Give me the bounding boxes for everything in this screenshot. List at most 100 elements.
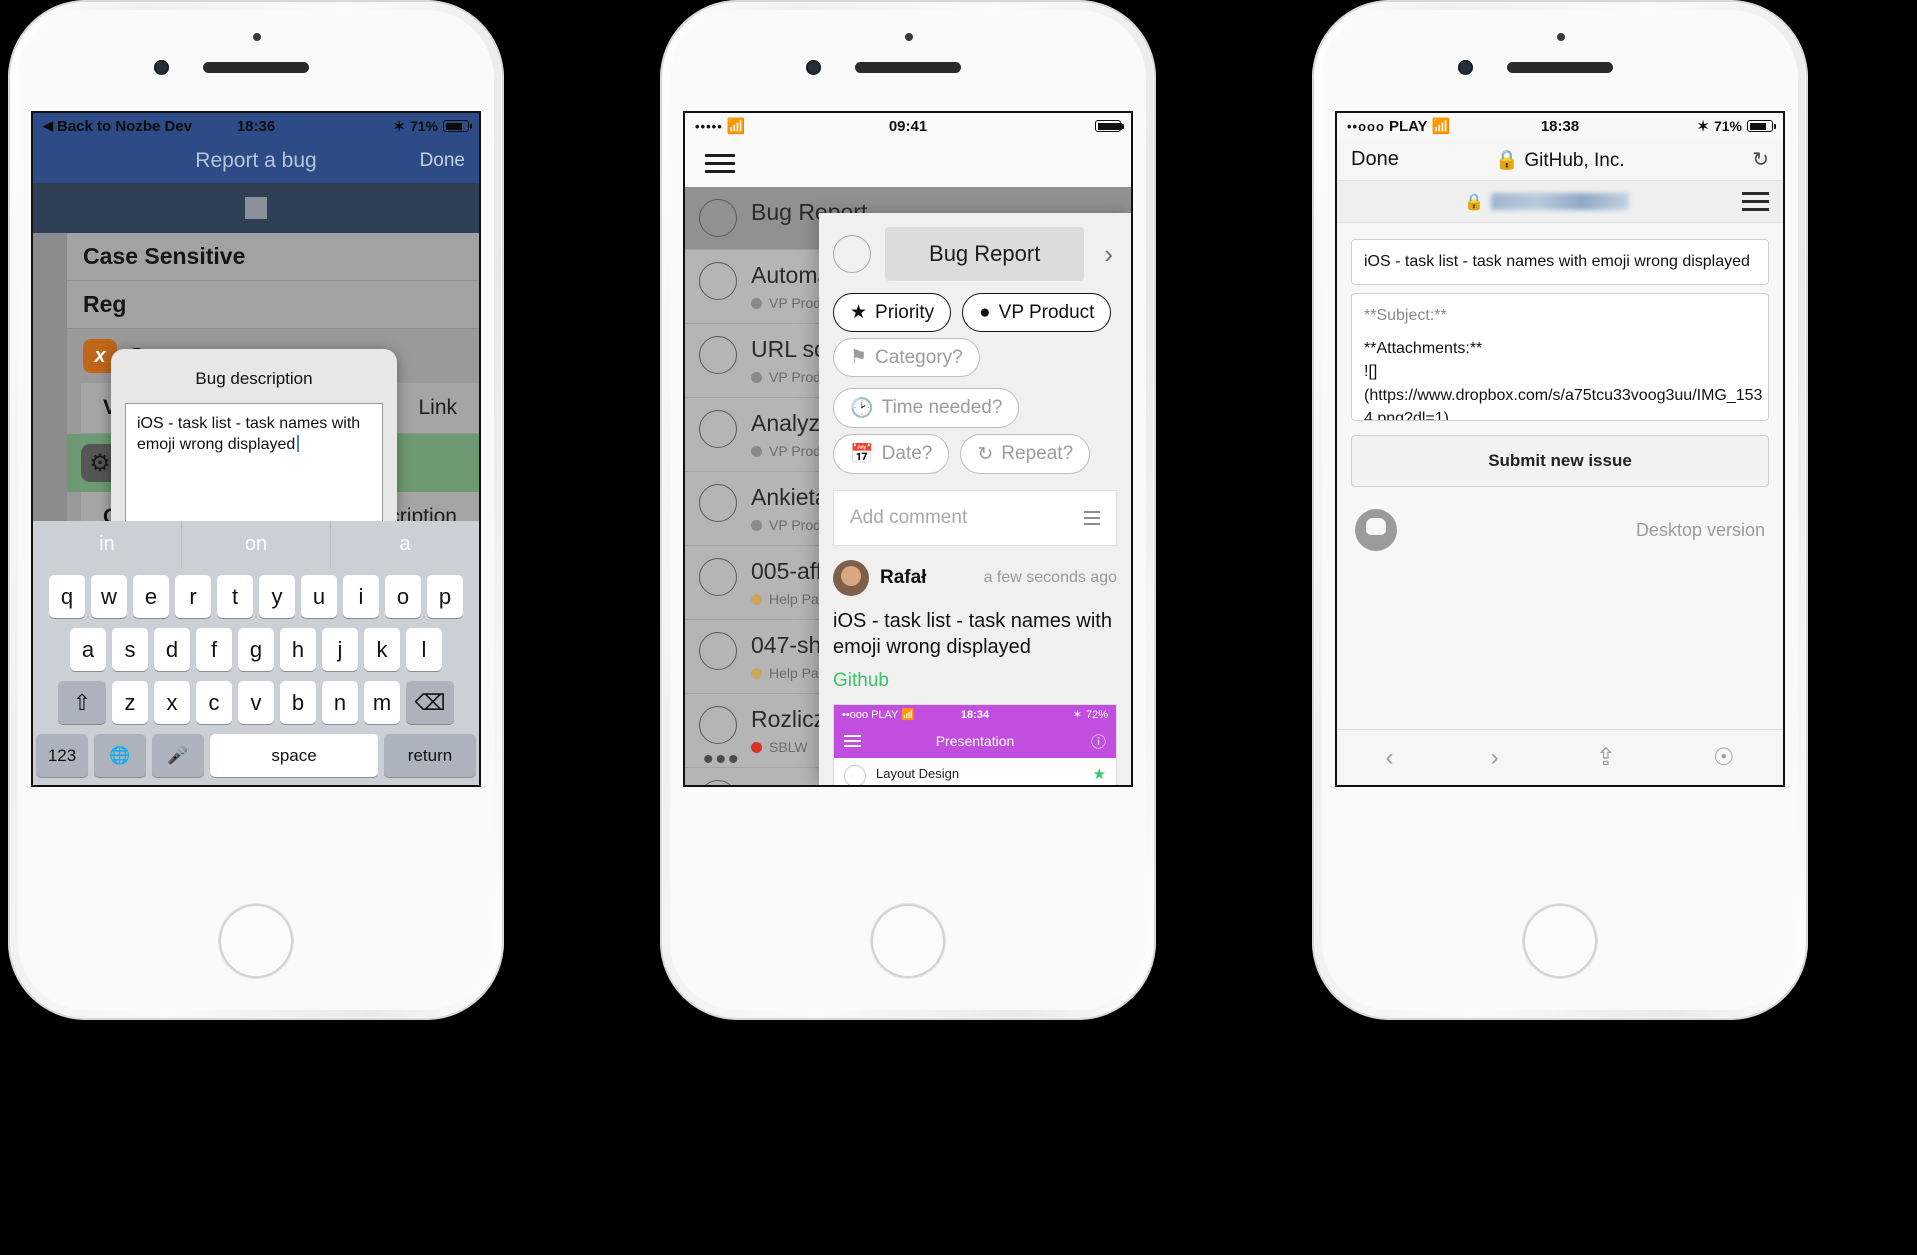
suggestion-1[interactable]: on <box>181 521 330 568</box>
suggestion-0[interactable]: in <box>33 521 181 568</box>
task-checkbox[interactable] <box>833 235 871 273</box>
issue-body-textarea[interactable]: **Subject:** **Attachments:** ![] (https… <box>1351 293 1769 421</box>
hamburger-icon[interactable] <box>1741 187 1769 216</box>
task-checkbox[interactable] <box>699 780 737 785</box>
key-g[interactable]: g <box>238 628 274 671</box>
return-key[interactable]: return <box>384 734 476 777</box>
url-display[interactable]: 🔒 GitHub, Inc. <box>1337 148 1783 172</box>
phone-center-body: ••••• 📶 09:41 Bug Report Automaty VP Pro… <box>670 10 1146 1010</box>
attachment-screenshot[interactable]: ••ooo PLAY 📶 18:34 ✶ 72% Presentation ⓘ … <box>833 704 1117 785</box>
stop-icon[interactable] <box>245 197 267 219</box>
more-options-button[interactable]: ••• <box>703 743 741 777</box>
detail-chips-3: 📅 Date? ↻ Repeat? <box>819 434 1131 480</box>
home-button[interactable] <box>219 904 293 978</box>
key-x[interactable]: x <box>154 681 190 724</box>
key-z[interactable]: z <box>112 681 148 724</box>
chip-category[interactable]: ⚑ Category? <box>833 338 980 377</box>
back-icon[interactable]: ‹ <box>1386 744 1394 772</box>
comment-link[interactable]: Github <box>819 660 1131 704</box>
key-h[interactable]: h <box>280 628 316 671</box>
chip-repeat[interactable]: ↻ Repeat? <box>960 434 1091 474</box>
phone-right-body: ••ooo PLAY 📶 18:38 ✶ 71% Done 🔒 GitHub, … <box>1322 10 1798 1010</box>
mic-icon[interactable]: 🎤 <box>152 734 204 777</box>
key-c[interactable]: c <box>196 681 232 724</box>
shift-key-icon[interactable]: ⇧ <box>58 681 106 724</box>
key-r[interactable]: r <box>175 575 211 618</box>
suggestion-2[interactable]: a <box>330 521 479 568</box>
alert-textarea[interactable]: iOS - task list - task names with emoji … <box>125 403 383 535</box>
task-list: Bug Report Automaty VP Produ URL sche VP… <box>685 187 1131 785</box>
proximity-sensor-icon <box>253 33 261 41</box>
key-v[interactable]: v <box>238 681 274 724</box>
star-icon[interactable]: ★ <box>1093 765 1106 783</box>
embedded-status-bar: ••ooo PLAY 📶 18:34 ✶ 72% <box>834 705 1116 724</box>
hamburger-icon[interactable] <box>705 149 735 178</box>
key-i[interactable]: i <box>343 575 379 618</box>
space-key[interactable]: space <box>210 734 378 777</box>
key-f[interactable]: f <box>196 628 232 671</box>
task-checkbox[interactable] <box>844 765 866 785</box>
forward-icon[interactable]: › <box>1491 744 1499 772</box>
task-checkbox[interactable] <box>699 336 737 374</box>
embedded-item-0[interactable]: Layout Design 💬 2 🕐 8 h 💻 ★ <box>834 758 1116 785</box>
key-u[interactable]: u <box>301 575 337 618</box>
key-b[interactable]: b <box>280 681 316 724</box>
row-case-sensitive[interactable]: Case Sensitive <box>67 233 479 281</box>
submit-new-issue-button[interactable]: Submit new issue <box>1351 435 1769 487</box>
task-checkbox[interactable] <box>699 706 737 744</box>
numbers-key[interactable]: 123 <box>36 734 88 777</box>
chip-date[interactable]: 📅 Date? <box>833 434 950 474</box>
project-dot-icon <box>751 667 762 679</box>
task-checkbox[interactable] <box>699 558 737 596</box>
backspace-key-icon[interactable]: ⌫ <box>406 681 454 724</box>
key-e[interactable]: e <box>133 575 169 618</box>
key-s[interactable]: s <box>112 628 148 671</box>
task-project: SBLW <box>769 739 808 755</box>
share-icon[interactable]: ⇪ <box>1596 743 1616 772</box>
browser-tab-bar: ‹ › ⇪ ☉ <box>1337 729 1783 785</box>
key-n[interactable]: n <box>322 681 358 724</box>
task-checkbox[interactable] <box>699 199 737 237</box>
keyboard-row-2: a s d f g h j k l <box>36 628 476 671</box>
add-comment-field[interactable]: Add comment <box>833 490 1117 546</box>
keyboard-row-1: q w e r t y u i o p <box>36 575 476 618</box>
home-button[interactable] <box>1523 904 1597 978</box>
bookmarks-icon[interactable]: ☉ <box>1713 743 1735 772</box>
project-dot-icon <box>751 445 762 457</box>
key-k[interactable]: k <box>364 628 400 671</box>
battery-icon <box>1747 120 1776 132</box>
status-bar: ◀ Back to Nozbe Dev 18:36 ✶ 71% <box>33 113 479 139</box>
task-checkbox[interactable] <box>699 484 737 522</box>
desktop-version-link[interactable]: Desktop version <box>1636 520 1765 541</box>
key-p[interactable]: p <box>427 575 463 618</box>
key-a[interactable]: a <box>70 628 106 671</box>
key-o[interactable]: o <box>385 575 421 618</box>
key-q[interactable]: q <box>49 575 85 618</box>
task-checkbox[interactable] <box>699 632 737 670</box>
chip-time-needed[interactable]: 🕑 Time needed? <box>833 388 1020 428</box>
key-l[interactable]: l <box>406 628 442 671</box>
key-t[interactable]: t <box>217 575 253 618</box>
row-regex[interactable]: Reg <box>67 281 479 329</box>
chip-project[interactable]: ● VP Product <box>962 293 1112 332</box>
url-text: GitHub, Inc. <box>1524 149 1625 171</box>
avatar <box>833 560 869 596</box>
issue-title-input[interactable]: iOS - task list - task names with emoji … <box>1351 239 1769 285</box>
star-icon: ★ <box>850 302 868 323</box>
task-checkbox[interactable] <box>699 262 737 300</box>
key-y[interactable]: y <box>259 575 295 618</box>
checklist-icon[interactable] <box>1084 507 1100 529</box>
task-checkbox[interactable] <box>699 410 737 448</box>
key-d[interactable]: d <box>154 628 190 671</box>
home-button[interactable] <box>871 904 945 978</box>
key-w[interactable]: w <box>91 575 127 618</box>
status-bar: ••ooo PLAY 📶 18:38 ✶ 71% <box>1337 113 1783 139</box>
key-m[interactable]: m <box>364 681 400 724</box>
page-toolbar: 🔒 <box>1337 181 1783 223</box>
key-j[interactable]: j <box>322 628 358 671</box>
detail-title[interactable]: Bug Report <box>885 227 1085 281</box>
done-button[interactable]: Done <box>420 150 465 172</box>
chip-priority[interactable]: ★ Priority <box>833 293 952 332</box>
globe-icon[interactable]: 🌐 <box>94 734 146 777</box>
chevron-right-icon[interactable]: › <box>1098 239 1119 270</box>
